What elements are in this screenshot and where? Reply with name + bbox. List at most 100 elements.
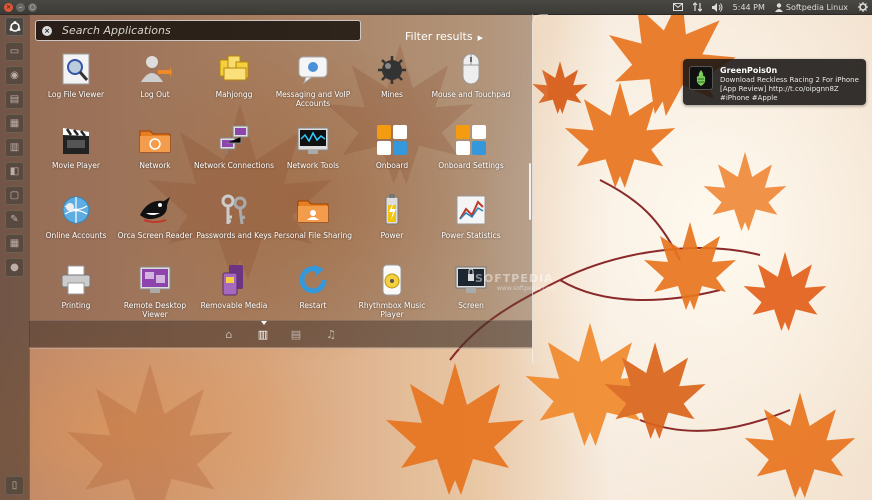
printer-icon [59,263,93,297]
triangle-right-icon: ▶ [477,34,483,42]
user-name: Softpedia Linux [785,2,848,12]
files-icon[interactable]: ▤ [288,326,304,342]
notification-bubble: GreenPois0n Download Reckless Racing 2 F… [683,59,866,105]
mahjongg-icon [217,52,251,86]
messaging-icon [296,52,330,86]
app-label: Mahjongg [215,90,253,99]
app-item[interactable]: Remote Desktop Viewer [114,263,196,319]
app-item[interactable]: Mahjongg [193,52,275,99]
app-item[interactable]: Restart [272,263,354,310]
app-item[interactable]: Messaging and VoIP Accounts [272,52,354,108]
gear-icon[interactable] [858,2,868,12]
home-icon[interactable]: ⌂ [221,326,237,342]
app-item[interactable]: Onboard [351,123,433,170]
launcher-calc-icon[interactable]: ▦ [5,114,24,133]
ubuntu-logo-icon [9,20,20,32]
app-label: Remote Desktop Viewer [123,301,187,319]
app-item[interactable]: Onboard Settings [430,123,512,170]
watermark-url: www.softpedia.com [497,285,556,292]
app-label: Orca Screen Reader [117,231,193,240]
keys-icon [217,193,251,227]
clock-time[interactable]: 5:44 PM [733,3,765,12]
launcher-writer-icon[interactable]: ▤ [5,90,24,109]
app-label: Movie Player [52,161,100,170]
app-label: Online Accounts [45,231,107,240]
search-box[interactable]: × [35,20,361,41]
rhythmbox-icon [375,263,409,297]
app-label: Onboard Settings [438,161,504,170]
launcher-trash-icon[interactable]: ▯ [5,476,24,495]
clear-search-icon[interactable]: × [42,25,52,36]
app-item[interactable]: Rhythmbox Music Player [351,263,433,319]
search-input[interactable] [60,23,344,38]
app-item[interactable]: Removable Media [193,263,275,310]
app-label: Network [139,161,171,170]
dash-scrollbar[interactable] [529,163,531,220]
dash-home-button[interactable] [5,17,24,36]
active-lens-indicator [261,321,267,325]
network-tools-icon [296,123,330,157]
app-item[interactable]: Network [114,123,196,170]
top-panel: × – ○ 5:44 PM Softpedia Linux [0,0,872,15]
remote-desktop-icon [138,263,172,297]
app-item[interactable]: Log Out [114,52,196,99]
maximize-icon[interactable]: ○ [28,2,37,12]
app-item[interactable]: Power [351,193,433,240]
app-item[interactable]: Passwords and Keys [193,193,275,240]
app-label: Removable Media [200,301,268,310]
applications-icon[interactable]: ▥ [255,326,271,342]
mail-icon[interactable] [672,3,683,11]
onboard-keyboard-icon [375,123,409,157]
minimize-icon[interactable]: – [16,2,25,12]
watermark: SOFTPEDIA [475,272,554,285]
app-item[interactable]: Online Accounts [35,193,117,240]
network-icon[interactable] [692,2,702,12]
app-label: Rhythmbox Music Player [358,301,426,319]
launcher-settings-icon[interactable]: ✎ [5,210,24,229]
app-item[interactable]: Network Tools [272,123,354,170]
lens-bar: ⌂ ▥ ▤ ♫ [29,320,532,347]
music-icon[interactable]: ♫ [323,326,339,342]
app-label: Log Out [140,90,170,99]
app-label: Power [380,231,404,240]
twitter-avatar-icon [689,66,713,90]
app-item[interactable]: Orca Screen Reader [114,193,196,240]
user-menu[interactable]: Softpedia Linux [774,2,848,12]
app-label: Mouse and Touchpad [431,90,511,99]
notification-body: Download Reckless Racing 2 For iPhone [A… [720,76,859,102]
filter-results-toggle[interactable]: Filter results ▶ [405,30,483,43]
app-item[interactable]: Personal File Sharing [272,193,354,240]
launcher-files-icon[interactable]: ▭ [5,42,24,61]
app-label: Screen [458,301,484,310]
launcher-impress-icon[interactable]: ▥ [5,138,24,157]
app-item[interactable]: Mouse and Touchpad [430,52,512,99]
app-item[interactable]: Printing [35,263,117,310]
launcher-ubuntu-one-icon[interactable]: ▢ [5,186,24,205]
app-label: Printing [61,301,91,310]
launcher-browser-icon[interactable]: ◉ [5,66,24,85]
launcher-disk-icon[interactable]: ● [5,258,24,277]
app-item[interactable]: Power Statistics [430,193,512,240]
removable-media-icon [217,263,251,297]
app-label: Onboard [375,161,409,170]
app-item[interactable]: Network Connections [193,123,275,170]
file-sharing-icon [296,193,330,227]
close-icon[interactable]: × [4,2,13,12]
logout-icon [138,52,172,86]
app-item[interactable]: Movie Player [35,123,117,170]
online-accounts-icon [59,193,93,227]
dash-corner [532,14,548,363]
app-item[interactable]: Mines [351,52,433,99]
onboard-settings-icon [454,123,488,157]
mines-icon [375,52,409,86]
user-icon [774,2,783,12]
orca-icon [138,193,172,227]
filter-results-label: Filter results [405,30,473,43]
network-connections-icon [217,123,251,157]
app-label: Network Tools [286,161,340,170]
power-stats-icon [454,193,488,227]
launcher-workspaces-icon[interactable]: ▦ [5,234,24,253]
app-item[interactable]: Log File Viewer [35,52,117,99]
volume-icon[interactable] [711,2,723,12]
launcher-software-center-icon[interactable]: ◧ [5,162,24,181]
